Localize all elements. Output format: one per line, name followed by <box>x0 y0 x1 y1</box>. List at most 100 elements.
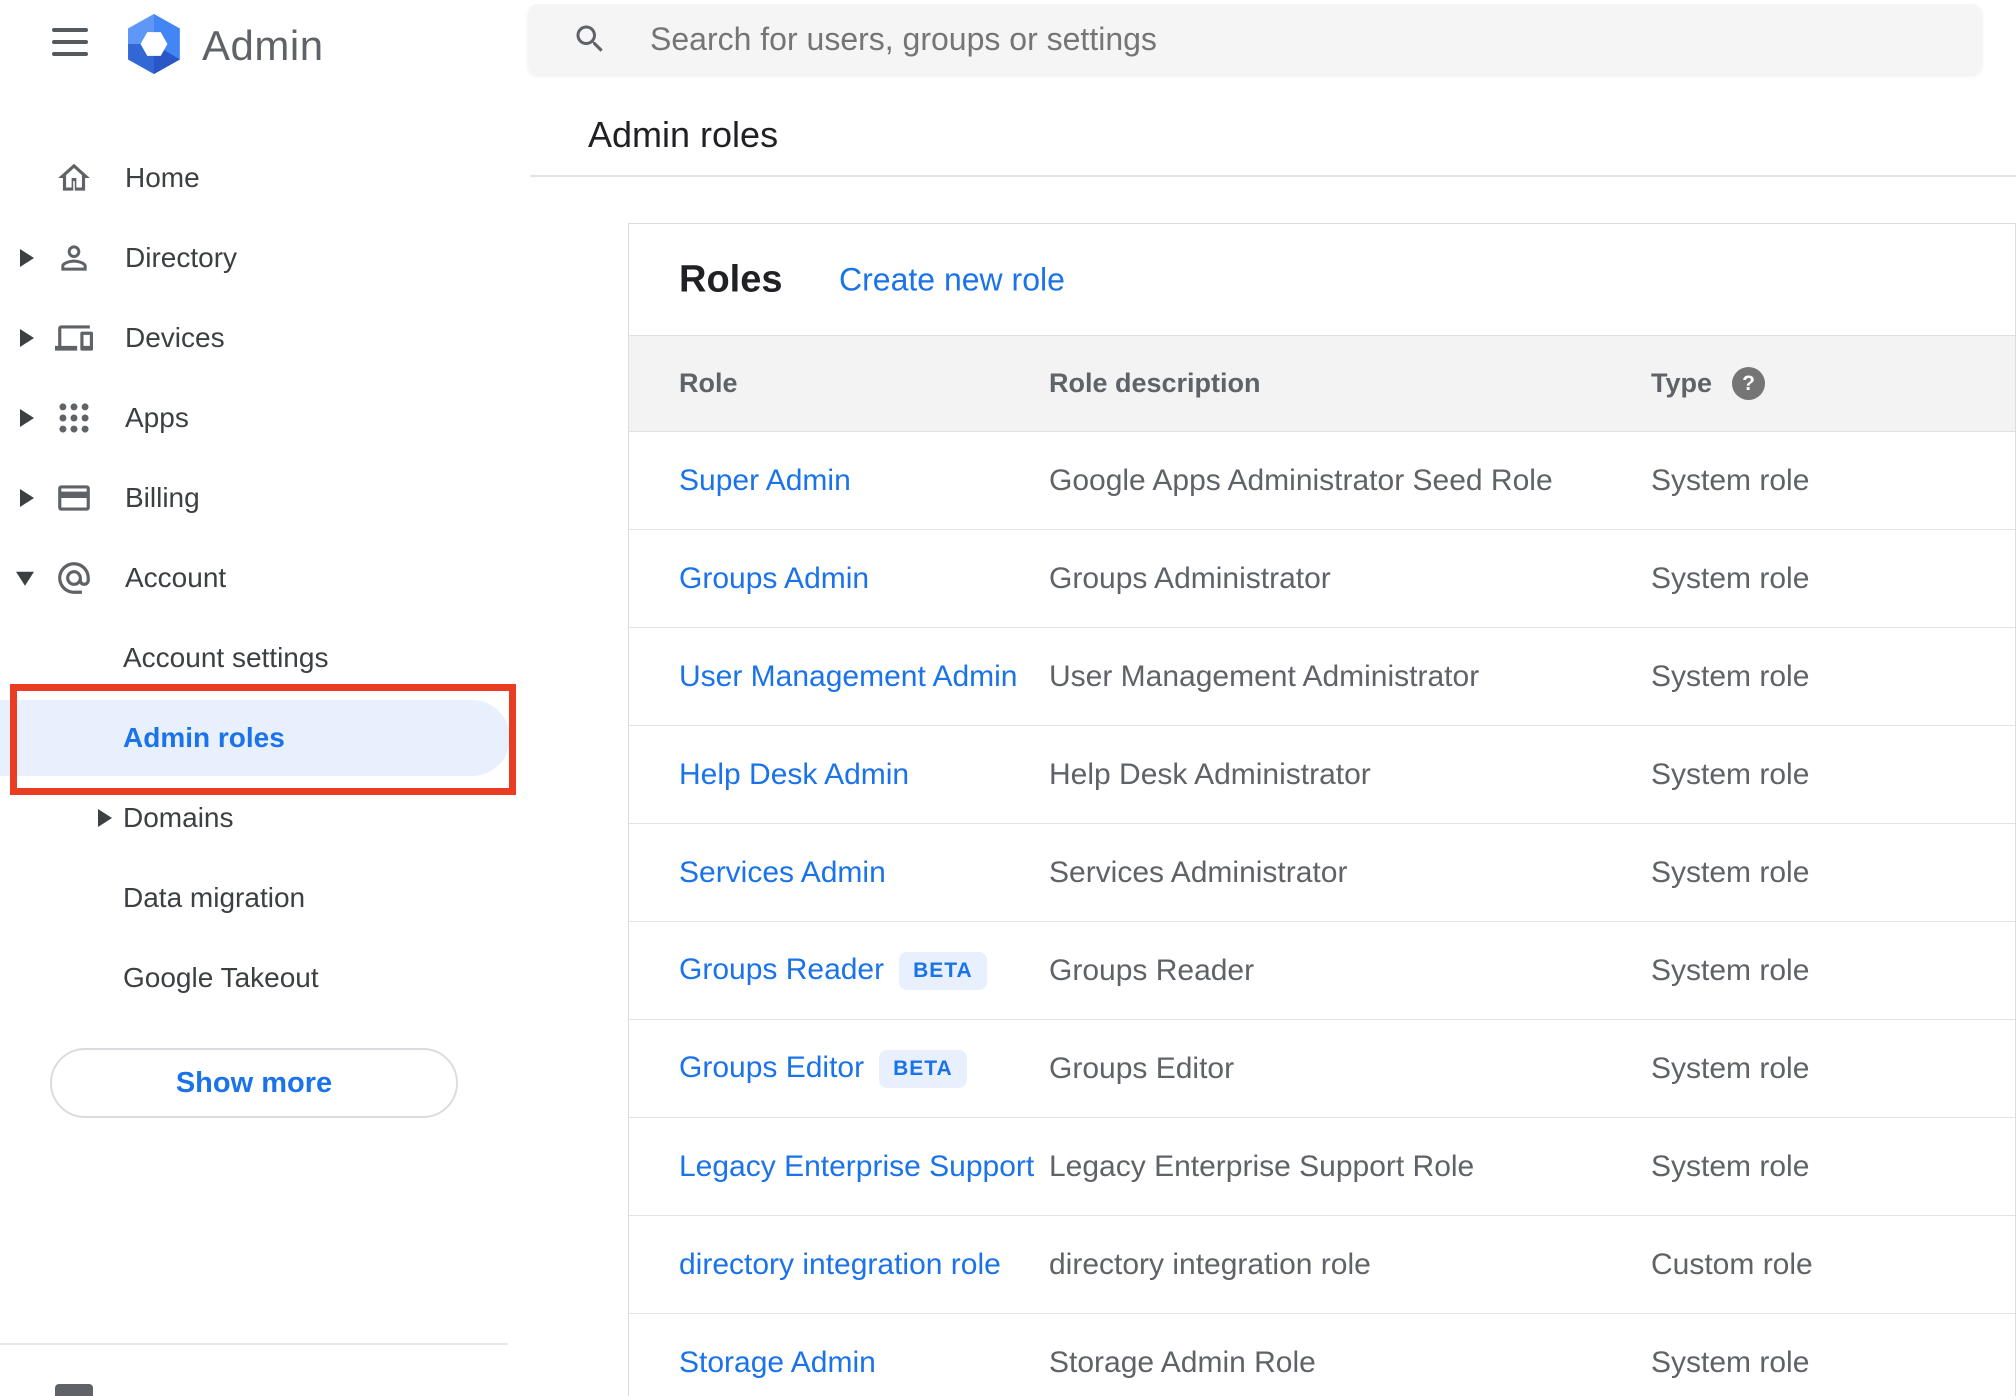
table-row: Super Admin Google Apps Administrator See… <box>629 432 2015 530</box>
role-type-cell: System role <box>1651 1051 1810 1085</box>
role-link[interactable]: Groups Editor <box>679 1050 864 1083</box>
expand-arrow-icon[interactable] <box>20 249 34 267</box>
role-link[interactable]: Super Admin <box>679 464 851 497</box>
beta-badge: BETA <box>879 1049 967 1088</box>
search-icon <box>572 21 608 57</box>
directory-icon <box>55 239 93 277</box>
expand-arrow-icon[interactable] <box>20 329 34 347</box>
role-link[interactable]: Storage Admin <box>679 1346 876 1379</box>
sidebar-item-label: Account settings <box>123 642 329 673</box>
apps-icon <box>55 399 93 437</box>
role-type-cell: System role <box>1651 855 1810 889</box>
column-header-type-label: Type <box>1651 368 1713 398</box>
role-link[interactable]: Services Admin <box>679 856 886 889</box>
role-description-cell: User Management Administrator <box>1049 659 1480 693</box>
expand-arrow-icon[interactable] <box>98 809 112 827</box>
sidebar-item-account[interactable]: Account <box>0 538 530 618</box>
role-cell: Storage Admin <box>679 1346 1049 1380</box>
home-icon <box>55 159 93 197</box>
table-row: Groups Editor BETA Groups Editor System rol… <box>629 1020 2015 1118</box>
role-description-cell: Google Apps Administrator Seed Role <box>1049 463 1553 497</box>
role-cell: Help Desk Admin <box>679 758 1049 792</box>
admin-hexagon-icon <box>126 13 182 79</box>
sidebar-item-admin-roles[interactable]: Admin roles <box>0 698 530 778</box>
role-description-cell: Groups Editor <box>1049 1051 1235 1085</box>
panel-title: Roles <box>679 258 783 300</box>
logo-text: Admin <box>202 22 324 69</box>
table-row: directory integration role directory inte… <box>629 1216 2015 1314</box>
hamburger-bar <box>52 52 88 56</box>
search-bar[interactable] <box>528 4 1982 74</box>
sidebar-item-domains[interactable]: Domains <box>0 778 530 858</box>
column-header-role: Role <box>679 368 738 398</box>
role-description-cell: Groups Administrator <box>1049 561 1331 595</box>
sidebar-item-label: Billing <box>125 482 200 513</box>
sidebar-item-data-migration[interactable]: Data migration <box>0 858 530 938</box>
role-description-cell: Legacy Enterprise Support Role <box>1049 1149 1475 1183</box>
expand-arrow-icon[interactable] <box>20 489 34 507</box>
role-description-cell: Groups Reader <box>1049 953 1255 987</box>
role-cell: Groups Reader BETA <box>679 951 1049 990</box>
sidebar-nav: Home Directory Devices Apps Billing Account Ac… <box>0 138 530 1018</box>
table-row: User Management Admin User Management Adm… <box>629 628 2015 726</box>
create-new-role-link[interactable]: Create new role <box>839 261 1065 298</box>
expand-arrow-icon[interactable] <box>20 409 34 427</box>
sidebar-item-home[interactable]: Home <box>0 138 530 218</box>
role-type-cell: System role <box>1651 659 1810 693</box>
role-description-cell: Services Administrator <box>1049 855 1348 889</box>
show-more-button[interactable]: Show more <box>50 1048 458 1118</box>
table-row: Groups Admin Groups Administrator System r… <box>629 530 2015 628</box>
table-row: Groups Reader BETA Groups Reader System rol… <box>629 922 2015 1020</box>
table-row: Storage Admin Storage Admin Role System ro… <box>629 1314 2015 1396</box>
role-type-cell: Custom role <box>1651 1247 1813 1281</box>
role-cell: Super Admin <box>679 464 1049 498</box>
sidebar-item-label: Admin roles <box>123 722 285 753</box>
role-link[interactable]: User Management Admin <box>679 660 1018 693</box>
column-header-type: Type ? <box>1651 367 2015 400</box>
table-row: Services Admin Services Administrator Syst… <box>629 824 2015 922</box>
sidebar-item-label: Data migration <box>123 882 306 913</box>
role-link[interactable]: directory integration role <box>679 1248 1001 1281</box>
role-link[interactable]: Help Desk Admin <box>679 758 909 791</box>
roles-table-header: Role Role description Type ? <box>629 335 2015 432</box>
sidebar-bottom-divider <box>0 1343 508 1345</box>
role-type-cell: System role <box>1651 463 1810 497</box>
search-input[interactable] <box>648 19 1652 59</box>
hamburger-menu-icon[interactable] <box>52 28 88 56</box>
beta-badge: BETA <box>899 951 987 990</box>
role-description-cell: directory integration role <box>1049 1247 1371 1281</box>
billing-icon <box>55 479 93 517</box>
sidebar-item-apps[interactable]: Apps <box>0 378 530 458</box>
sidebar-item-label: Account <box>125 562 227 593</box>
roles-panel: Roles Create new role Role Role descript… <box>628 223 2016 1396</box>
role-description-cell: Help Desk Administrator <box>1049 757 1371 791</box>
clipped-bottom-icon <box>55 1384 93 1396</box>
role-type-cell: System role <box>1651 953 1810 987</box>
collapse-arrow-icon[interactable] <box>16 571 34 586</box>
sidebar-item-account-settings[interactable]: Account settings <box>0 618 530 698</box>
sidebar-item-label: Directory <box>125 242 238 273</box>
sidebar-item-google-takeout[interactable]: Google Takeout <box>0 938 530 1018</box>
role-description-cell: Storage Admin Role <box>1049 1345 1316 1379</box>
role-cell: Services Admin <box>679 856 1049 890</box>
roles-panel-header: Roles Create new role <box>629 224 2015 335</box>
role-type-cell: System role <box>1651 561 1810 595</box>
role-link[interactable]: Groups Reader <box>679 952 884 985</box>
sidebar-item-devices[interactable]: Devices <box>0 298 530 378</box>
sidebar-item-billing[interactable]: Billing <box>0 458 530 538</box>
role-link[interactable]: Groups Admin <box>679 562 869 595</box>
sidebar-item-label: Domains <box>123 802 234 833</box>
role-link[interactable]: Legacy Enterprise Support <box>679 1150 1034 1183</box>
column-header-description: Role description <box>1049 368 1261 398</box>
help-icon[interactable]: ? <box>1732 367 1766 400</box>
role-cell: Groups Admin <box>679 562 1049 596</box>
devices-icon <box>55 319 93 357</box>
sidebar-item-label: Devices <box>125 322 225 353</box>
role-cell: directory integration role <box>679 1248 1049 1282</box>
content-divider <box>530 175 2016 177</box>
sidebar-item-directory[interactable]: Directory <box>0 218 530 298</box>
hamburger-bar <box>52 28 88 32</box>
sidebar-item-label: Google Takeout <box>123 962 319 993</box>
role-type-cell: System role <box>1651 1149 1810 1183</box>
role-type-cell: System role <box>1651 757 1810 791</box>
